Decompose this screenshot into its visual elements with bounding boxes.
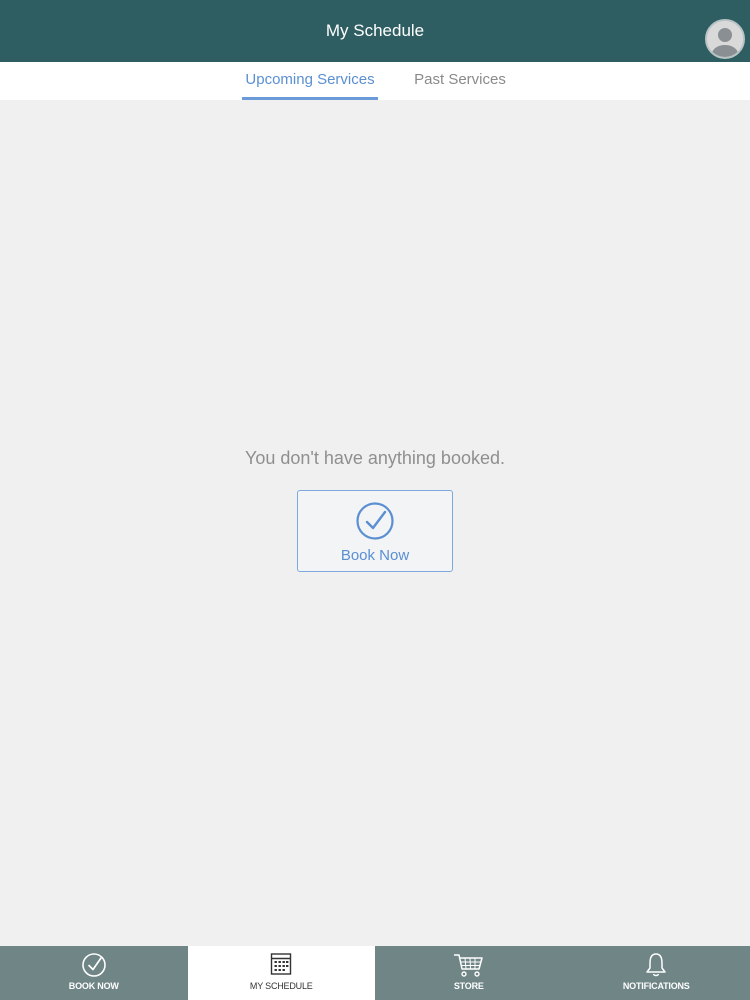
nav-book-now-label: BOOK NOW [68,981,119,991]
tab-upcoming-services[interactable]: Upcoming Services [242,62,378,100]
nav-my-schedule-label: MY SCHEDULE [249,981,313,991]
nav-notifications-label: NOTIFICATIONS [622,981,690,991]
app-header: My Schedule [0,0,750,62]
user-avatar-icon[interactable] [705,19,745,59]
empty-state-message: You don't have anything booked. [245,448,505,468]
bell-icon [644,952,668,983]
page-title: My Schedule [325,21,425,40]
book-now-button[interactable]: Book Now [297,490,453,572]
schedule-content: You don't have anything booked. Book Now [0,100,750,946]
cart-icon [453,952,485,983]
nav-notifications[interactable]: NOTIFICATIONS [563,946,750,1000]
nav-my-schedule[interactable]: MY SCHEDULE [187,946,375,1000]
calendar-icon [270,952,292,981]
bottom-navigation: BOOK NOW MY SCHEDULE STORE NOTIFICATIONS [0,946,750,1000]
nav-store[interactable]: STORE [375,946,563,1000]
book-now-label: Book Now [340,547,410,564]
check-circle-icon [355,501,395,546]
tab-past-services[interactable]: Past Services [404,62,516,100]
nav-book-now[interactable]: BOOK NOW [0,946,188,1000]
nav-store-label: STORE [453,981,484,991]
schedule-tabs: Upcoming Services Past Services [0,62,750,100]
check-circle-icon [80,952,108,983]
